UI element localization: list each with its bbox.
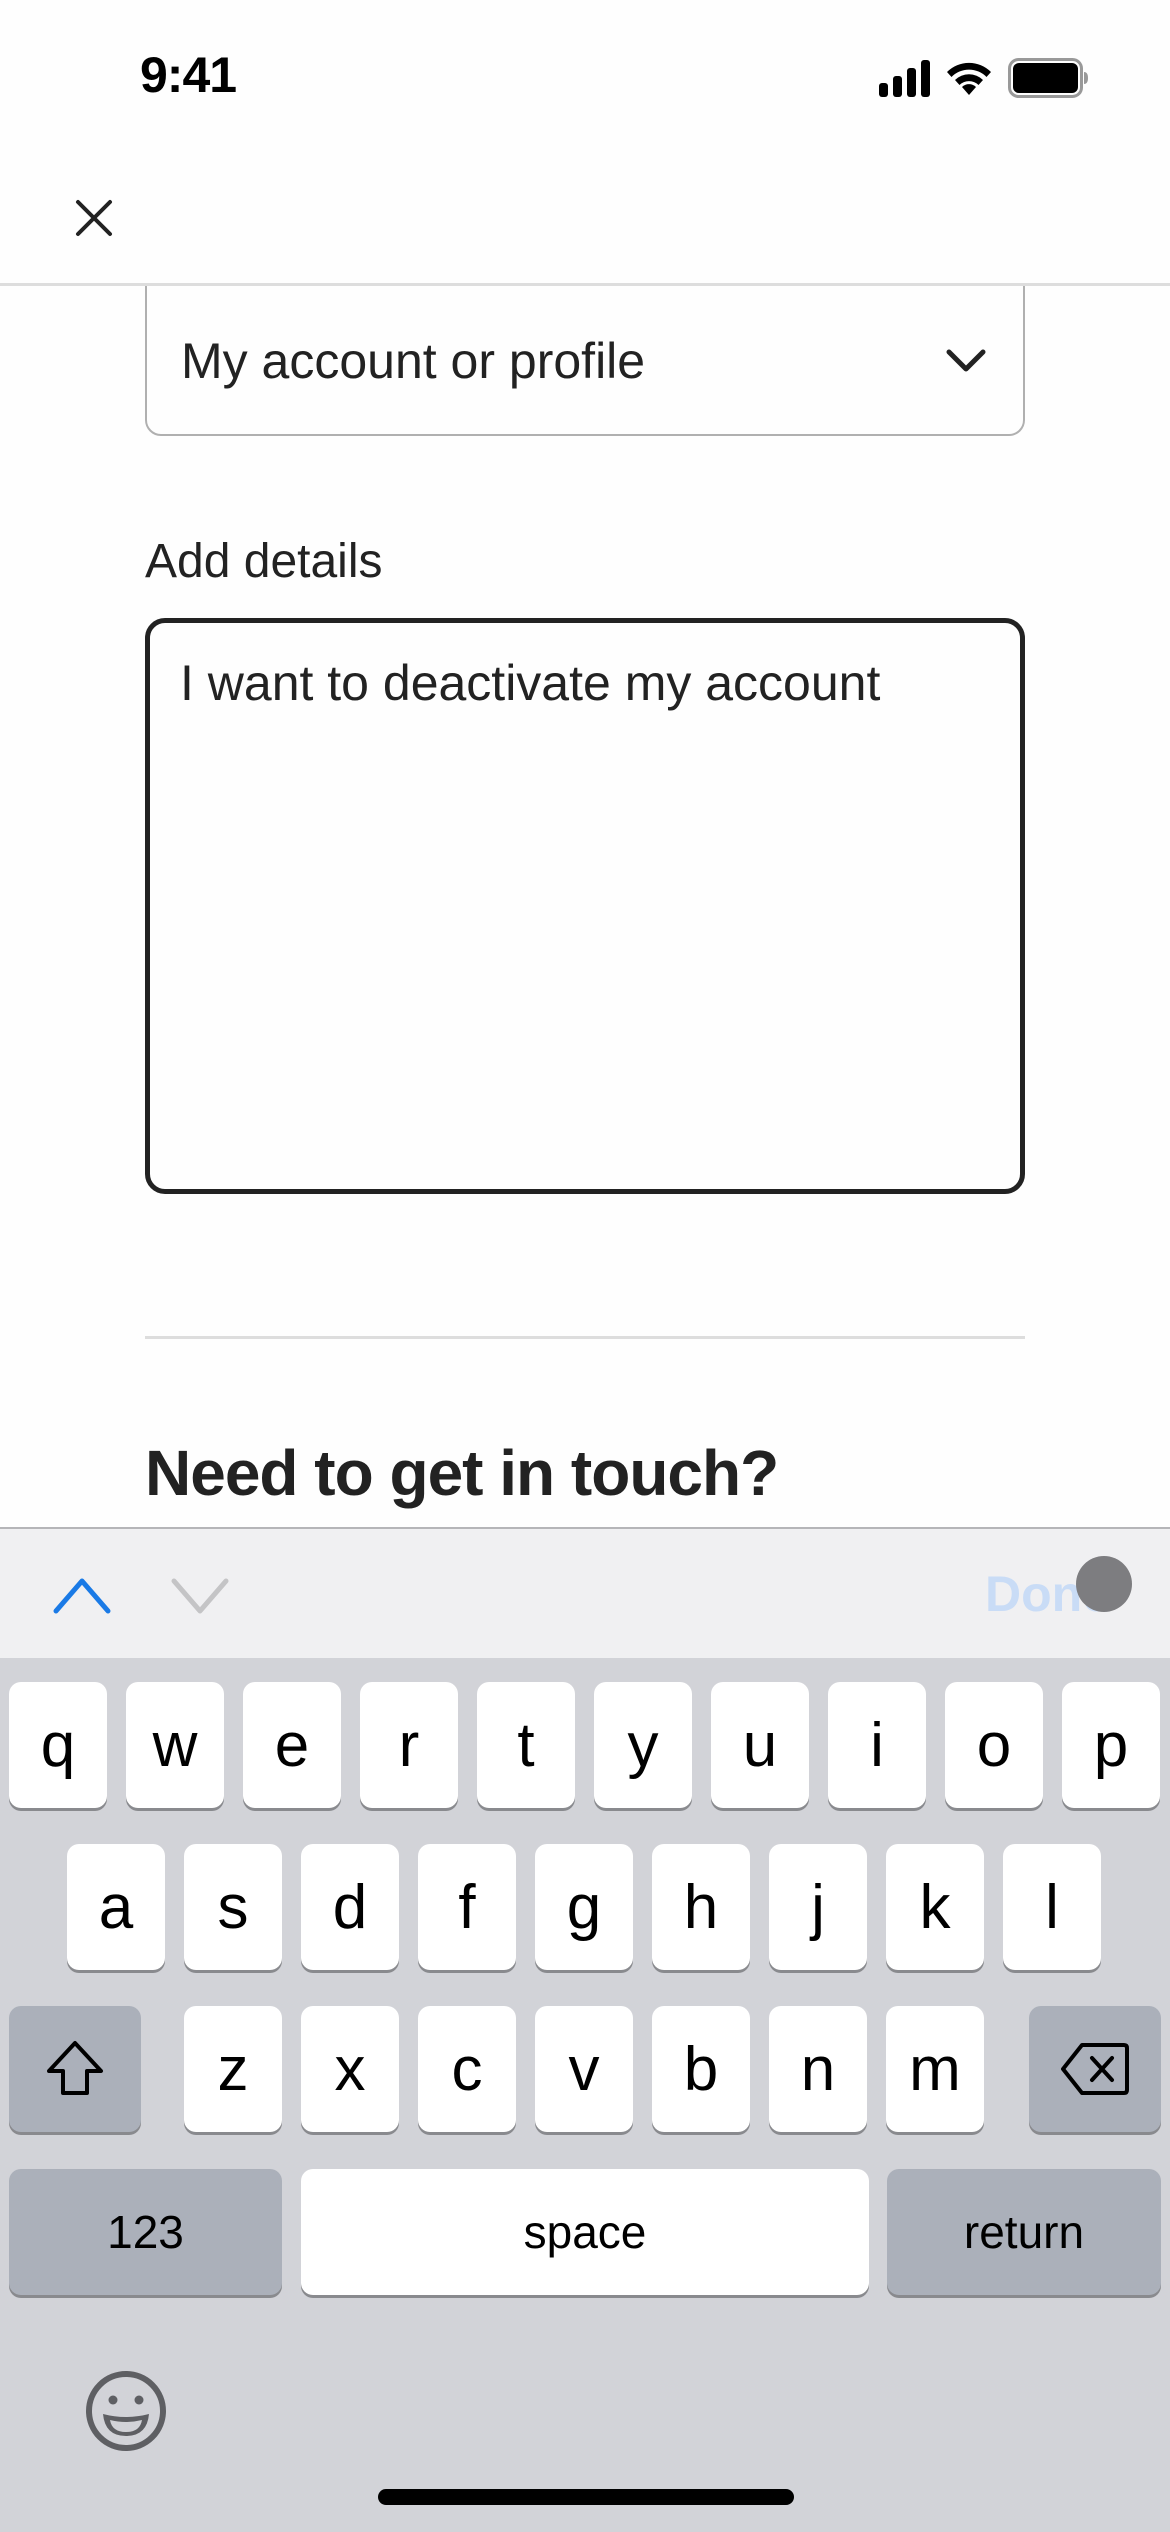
status-bar: 9:41	[0, 0, 1170, 150]
emoji-icon[interactable]	[85, 2370, 167, 2452]
keyboard-accessory-bar: Done	[0, 1527, 1170, 1658]
form-content: My account or profile Add details Need t…	[0, 286, 1170, 1527]
cellular-signal-icon	[879, 59, 930, 97]
key-o[interactable]: o	[945, 1682, 1043, 1808]
key-y[interactable]: y	[594, 1682, 692, 1808]
key-h[interactable]: h	[652, 1844, 750, 1970]
keyboard: q w e r t y u i o p a s d f g h j k l z …	[0, 1658, 1170, 2532]
shift-key[interactable]	[9, 2006, 141, 2132]
key-d[interactable]: d	[301, 1844, 399, 1970]
details-label: Add details	[145, 535, 383, 588]
delete-backspace-icon	[1061, 2043, 1129, 2095]
divider	[145, 1336, 1025, 1339]
previous-field-button[interactable]	[52, 1571, 112, 1621]
wifi-icon	[947, 62, 991, 95]
key-v[interactable]: v	[535, 2006, 633, 2132]
key-n[interactable]: n	[769, 2006, 867, 2132]
delete-key[interactable]	[1029, 2006, 1161, 2132]
status-icons	[879, 58, 1090, 98]
return-key[interactable]: return	[887, 2169, 1161, 2295]
nav-bar	[0, 150, 1170, 286]
key-x[interactable]: x	[301, 2006, 399, 2132]
chevron-up-icon	[53, 1578, 111, 1614]
key-g[interactable]: g	[535, 1844, 633, 1970]
key-w[interactable]: w	[126, 1682, 224, 1808]
key-l[interactable]: l	[1003, 1844, 1101, 1970]
close-icon	[76, 200, 112, 236]
key-t[interactable]: t	[477, 1682, 575, 1808]
key-p[interactable]: p	[1062, 1682, 1160, 1808]
key-f[interactable]: f	[418, 1844, 516, 1970]
key-a[interactable]: a	[67, 1844, 165, 1970]
key-c[interactable]: c	[418, 2006, 516, 2132]
key-i[interactable]: i	[828, 1682, 926, 1808]
key-b[interactable]: b	[652, 2006, 750, 2132]
touch-indicator	[1076, 1556, 1132, 1612]
key-r[interactable]: r	[360, 1682, 458, 1808]
close-button[interactable]	[62, 186, 126, 250]
home-indicator[interactable]	[378, 2489, 794, 2505]
topic-select-value: My account or profile	[181, 333, 646, 389]
key-m[interactable]: m	[886, 2006, 984, 2132]
key-u[interactable]: u	[711, 1682, 809, 1808]
numbers-key[interactable]: 123	[9, 2169, 282, 2295]
status-time: 9:41	[140, 47, 237, 103]
space-key[interactable]: space	[301, 2169, 869, 2295]
key-z[interactable]: z	[184, 2006, 282, 2132]
shift-icon	[47, 2041, 103, 2095]
details-textarea[interactable]	[145, 618, 1025, 1194]
key-k[interactable]: k	[886, 1844, 984, 1970]
key-q[interactable]: q	[9, 1682, 107, 1808]
section-heading: Need to get in touch?	[145, 1437, 779, 1509]
chevron-down-icon	[171, 1578, 229, 1614]
key-j[interactable]: j	[769, 1844, 867, 1970]
next-field-button[interactable]	[170, 1571, 230, 1621]
chevron-down-icon	[946, 349, 986, 372]
battery-icon	[1008, 58, 1088, 98]
key-s[interactable]: s	[184, 1844, 282, 1970]
key-e[interactable]: e	[243, 1682, 341, 1808]
topic-select[interactable]: My account or profile	[145, 286, 1025, 436]
